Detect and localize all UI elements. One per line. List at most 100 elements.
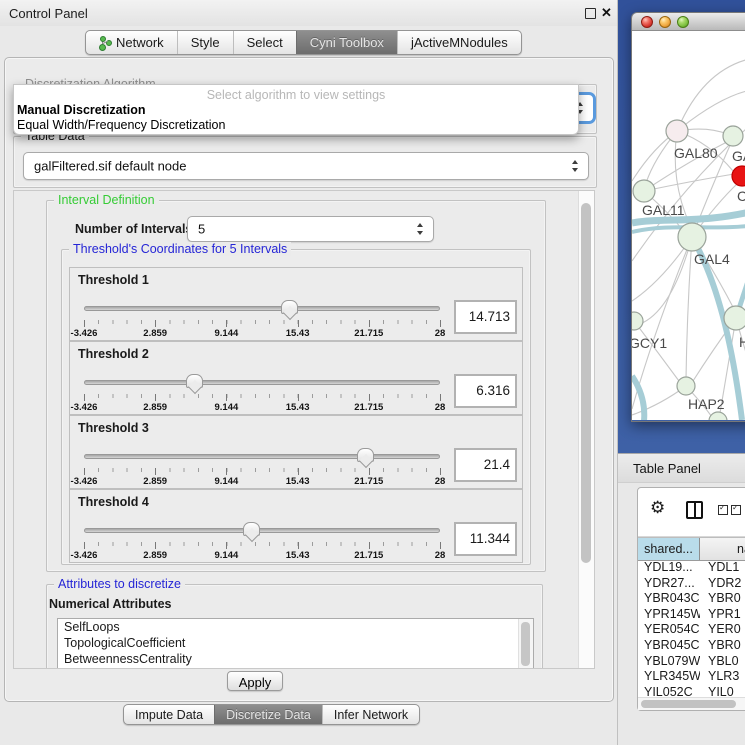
tab-impute-data[interactable]: Impute Data	[124, 705, 214, 724]
tab-discretize-data[interactable]: Discretize Data	[214, 705, 322, 724]
tab-label: Impute Data	[135, 708, 203, 722]
table-row[interactable]: YIL052CYIL0	[638, 685, 745, 697]
threshold-panel: Threshold 1 -3.4262.8599.14415.4321.7152…	[69, 267, 523, 341]
column-header-shared-name[interactable]: shared...	[638, 538, 700, 560]
table-panel-title: Table Panel	[633, 461, 701, 476]
control-panel-tabs: Network Style Select Cyni Toolbox jActiv…	[85, 30, 522, 55]
network-node[interactable]	[678, 223, 706, 251]
checkbox-icon	[718, 505, 728, 515]
numerical-attributes-list[interactable]: SelfLoopsTopologicalCoefficientBetweenne…	[57, 618, 534, 669]
table-cell[interactable]: YDL1	[700, 560, 739, 576]
table-cell[interactable]: YDR2	[700, 576, 741, 592]
network-node-label: GCY1	[632, 335, 667, 351]
column-header-name[interactable]: na	[700, 538, 745, 560]
tick-label: 28	[435, 476, 446, 487]
gear-icon[interactable]: ⚙	[650, 498, 665, 518]
num-intervals-combobox[interactable]: 5	[187, 216, 434, 242]
slider-thumb[interactable]	[357, 448, 374, 462]
network-node[interactable]	[709, 412, 727, 420]
table-cell[interactable]: YBR0	[700, 638, 741, 654]
table-cell[interactable]: YPR145W	[638, 607, 700, 623]
list-scrollbar[interactable]	[518, 619, 533, 669]
close-window-icon[interactable]	[641, 16, 653, 28]
table-row[interactable]: YLR345WYLR3	[638, 669, 745, 685]
threshold-slider[interactable]: -3.4262.8599.14415.4321.71528	[84, 372, 440, 412]
table-row[interactable]: YER054CYER0	[638, 622, 745, 638]
table-cell[interactable]: YBL0	[700, 654, 739, 670]
network-node[interactable]	[677, 377, 695, 395]
table-cell[interactable]: YPR1	[700, 607, 741, 623]
tab-cyni-toolbox[interactable]: Cyni Toolbox	[296, 31, 397, 54]
apply-button[interactable]: Apply	[227, 671, 283, 691]
network-node[interactable]	[732, 166, 745, 186]
tab-network[interactable]: Network	[86, 31, 177, 54]
dropdown-option-manual[interactable]: Manual Discretization	[17, 103, 146, 117]
table-header-row: shared... na	[638, 537, 745, 561]
table-cell[interactable]: YBR0	[700, 591, 741, 607]
slider-track[interactable]	[84, 528, 440, 533]
scrollbar-thumb[interactable]	[581, 203, 591, 563]
table-row[interactable]: YPR145WYPR1	[638, 607, 745, 623]
tab-label: jActiveMNodules	[411, 35, 508, 50]
network-window-titlebar[interactable]	[632, 13, 745, 31]
table-cell[interactable]: YBL079W	[638, 654, 700, 670]
network-node[interactable]	[666, 120, 688, 142]
threshold-value-field[interactable]: 6.316	[454, 374, 517, 408]
table-data-combobox[interactable]: galFiltered.sif default node	[23, 152, 589, 180]
num-intervals-label: Number of Intervals	[75, 222, 192, 236]
dropdown-option-equal-width[interactable]: Equal Width/Frequency Discretization	[17, 118, 225, 132]
close-panel-icon[interactable]: ✕	[601, 5, 612, 21]
scrollbar-thumb[interactable]	[641, 700, 736, 708]
float-window-icon[interactable]	[585, 8, 596, 19]
tab-infer-network[interactable]: Infer Network	[322, 705, 419, 724]
table-row[interactable]: YBR043CYBR0	[638, 591, 745, 607]
tab-jactivemnodules[interactable]: jActiveMNodules	[397, 31, 521, 54]
table-row[interactable]: YDL19...YDL1	[638, 560, 745, 576]
select-columns-icon[interactable]	[718, 505, 741, 515]
table-row[interactable]: YBR045CYBR0	[638, 638, 745, 654]
table-cell[interactable]: YER0	[700, 622, 741, 638]
tab-select[interactable]: Select	[233, 31, 296, 54]
minimize-window-icon[interactable]	[659, 16, 671, 28]
network-node[interactable]	[633, 180, 655, 202]
scrollbar-thumb[interactable]	[521, 622, 530, 666]
table-row[interactable]: YDR27...YDR2	[638, 576, 745, 592]
attribute-item[interactable]: BetweennessCentrality	[58, 651, 533, 667]
table-cell[interactable]: YDR27...	[638, 576, 700, 592]
combo-value: galFiltered.sif default node	[34, 159, 186, 174]
threshold-value-field[interactable]: 14.713	[454, 300, 517, 334]
table-row[interactable]: YBL079WYBL0	[638, 654, 745, 670]
network-node[interactable]	[724, 306, 745, 330]
slider-track[interactable]	[84, 380, 440, 385]
zoom-window-icon[interactable]	[677, 16, 689, 28]
attribute-item[interactable]: SelfLoops	[58, 619, 533, 635]
attribute-item[interactable]: TopologicalCoefficient	[58, 635, 533, 651]
network-node[interactable]	[632, 312, 643, 330]
threshold-value-field[interactable]: 11.344	[454, 522, 517, 556]
threshold-value-field[interactable]: 21.4	[454, 448, 517, 482]
slider-thumb[interactable]	[243, 522, 260, 536]
tab-style[interactable]: Style	[177, 31, 233, 54]
split-columns-icon[interactable]	[686, 501, 703, 519]
cyni-mode-tabs: Impute Data Discretize Data Infer Networ…	[123, 704, 420, 725]
table-cell[interactable]: YIL052C	[638, 685, 700, 697]
threshold-slider[interactable]: -3.4262.8599.14415.4321.71528	[84, 298, 440, 338]
horizontal-scrollbar[interactable]	[638, 697, 745, 710]
table-cell[interactable]: YBR043C	[638, 591, 700, 607]
network-canvas[interactable]: GAL80GACGAL11GAL4GCY1HHAP2	[632, 31, 745, 420]
table-cell[interactable]: YBR045C	[638, 638, 700, 654]
slider-track[interactable]	[84, 306, 440, 311]
network-node[interactable]	[723, 126, 743, 146]
table-cell[interactable]: YER054C	[638, 622, 700, 638]
table-cell[interactable]: YLR3	[700, 669, 739, 685]
threshold-slider[interactable]: -3.4262.8599.14415.4321.71528	[84, 520, 440, 560]
tick-label: 9.144	[215, 402, 239, 413]
slider-thumb[interactable]	[186, 374, 203, 388]
threshold-slider[interactable]: -3.4262.8599.14415.4321.71528	[84, 446, 440, 486]
table-cell[interactable]: YIL0	[700, 685, 734, 697]
slider-thumb[interactable]	[281, 300, 298, 314]
slider-track[interactable]	[84, 454, 440, 459]
vertical-scrollbar[interactable]	[578, 191, 594, 668]
table-cell[interactable]: YLR345W	[638, 669, 700, 685]
table-cell[interactable]: YDL19...	[638, 560, 700, 576]
